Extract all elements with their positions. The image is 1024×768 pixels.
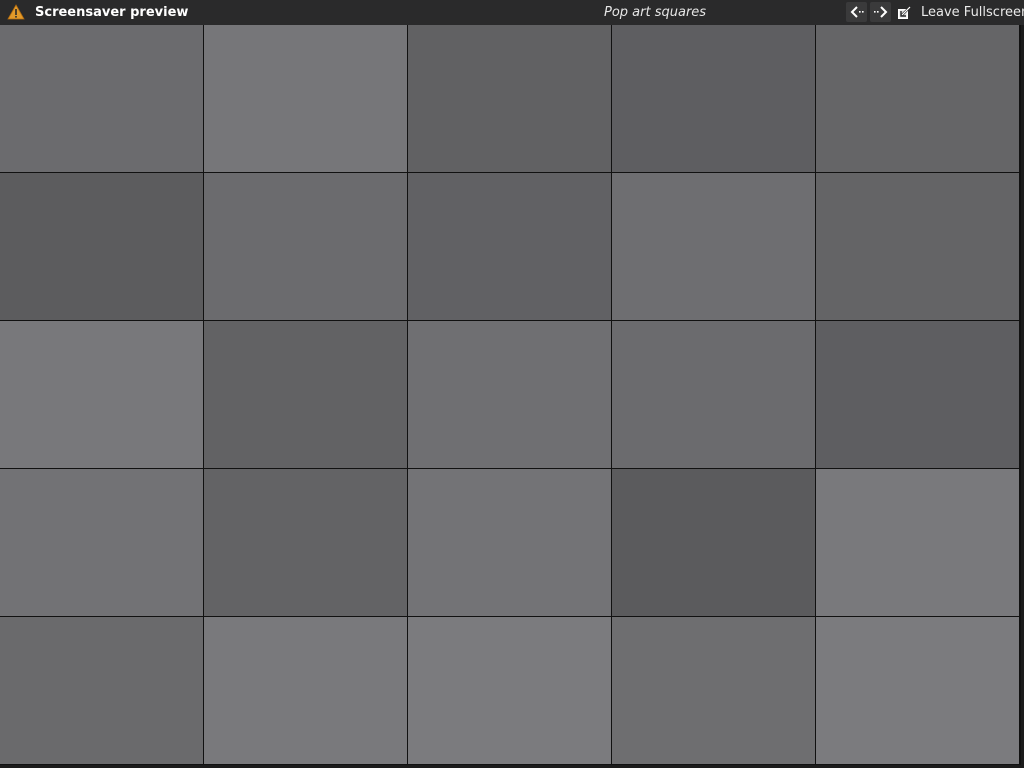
square-tile (816, 25, 1019, 172)
square-tile (0, 321, 203, 468)
square-tile (816, 321, 1019, 468)
square-tile (204, 25, 407, 172)
square-tile (0, 25, 203, 172)
screensaver-name: Pop art squares (604, 5, 707, 20)
square-tile (612, 617, 815, 764)
square-tile (204, 321, 407, 468)
window-title: Screensaver preview (35, 5, 189, 20)
leave-fullscreen-icon[interactable] (897, 6, 911, 20)
arrow-left-icon (850, 6, 864, 18)
square-tile (816, 617, 1019, 764)
square-tile (408, 173, 611, 320)
square-tile (816, 173, 1019, 320)
square-tile (612, 321, 815, 468)
square-tile (816, 469, 1019, 616)
square-tile (612, 469, 815, 616)
square-tile (0, 469, 203, 616)
square-tile (0, 173, 203, 320)
square-tile (204, 173, 407, 320)
square-tile (408, 617, 611, 764)
square-tile (204, 469, 407, 616)
square-tile (408, 25, 611, 172)
previous-button[interactable] (846, 2, 867, 22)
warning-icon (7, 4, 25, 20)
next-button[interactable] (870, 2, 891, 22)
pop-art-squares-canvas (0, 25, 1021, 765)
square-tile (204, 617, 407, 764)
square-tile (612, 173, 815, 320)
square-tile (612, 25, 815, 172)
leave-fullscreen-button[interactable]: Leave Fullscreen (921, 5, 1024, 21)
square-tile (408, 469, 611, 616)
arrow-right-icon (873, 6, 887, 18)
title-bar: Screensaver preview Pop art squares Leav… (0, 0, 1024, 25)
square-tile (408, 321, 611, 468)
square-tile (0, 617, 203, 764)
